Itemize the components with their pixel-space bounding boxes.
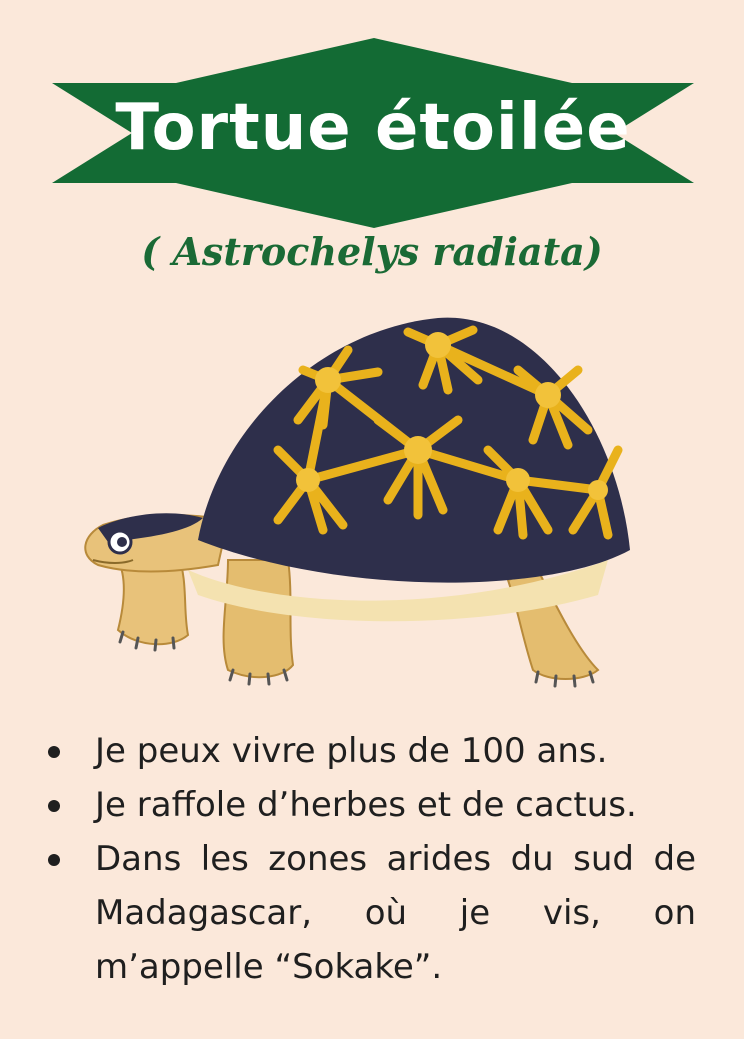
- scientific-name: ( Astrochelys radiata): [141, 229, 603, 274]
- bullet-icon: [48, 746, 60, 758]
- bullet-icon: [48, 854, 60, 866]
- list-item: Je raffole d’herbes et de cactus.: [40, 778, 696, 832]
- fact-text: Je raffole d’herbes et de cactus.: [95, 785, 637, 825]
- fact-text: Dans les zones arides du sud de Madagasc…: [95, 839, 696, 987]
- list-item: Dans les zones arides du sud de Madagasc…: [40, 832, 696, 994]
- page-title: Tortue étoilée: [115, 91, 631, 165]
- facts-list: Je peux vivre plus de 100 ans. Je raffol…: [40, 724, 696, 994]
- fact-text: Je peux vivre plus de 100 ans.: [95, 731, 608, 771]
- tortoise-illustration: [84, 317, 630, 688]
- list-item: Je peux vivre plus de 100 ans.: [40, 724, 696, 778]
- title-banner: Tortue étoilée: [52, 38, 694, 228]
- bullet-icon: [48, 800, 60, 812]
